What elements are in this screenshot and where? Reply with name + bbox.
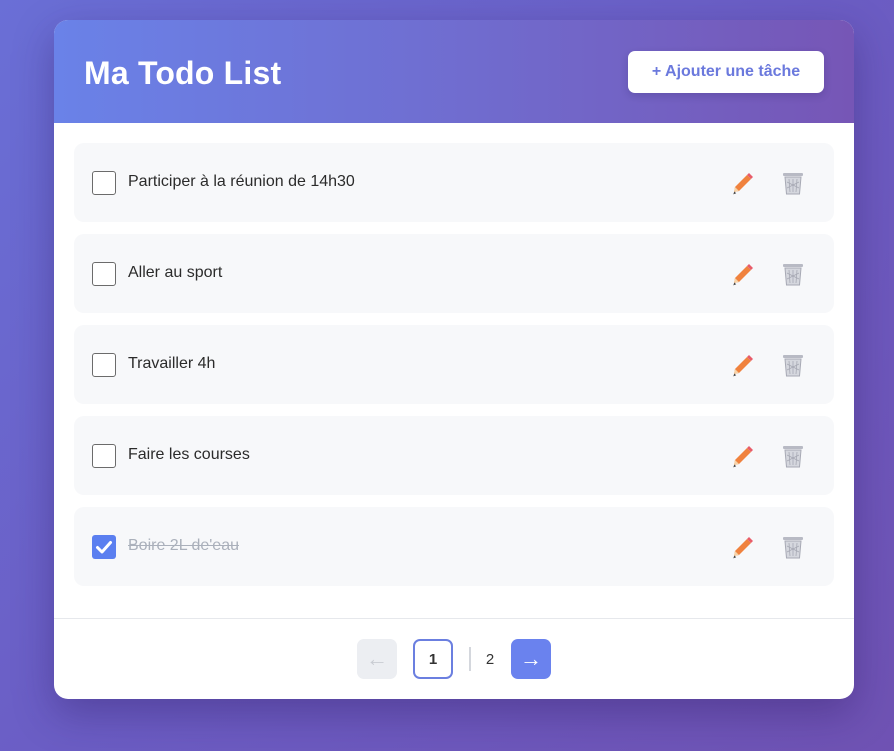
- task-item: Participer à la réunion de 14h30: [74, 143, 834, 222]
- pagination-divider: [469, 647, 471, 671]
- task-label: Travailler 4h: [128, 355, 216, 372]
- page-button-2[interactable]: 2: [480, 639, 500, 679]
- card-header: Ma Todo List + Ajouter une tâche: [54, 20, 854, 123]
- task-item: Faire les courses: [74, 416, 834, 495]
- pencil-icon[interactable]: [730, 443, 754, 469]
- task-checkbox[interactable]: [92, 171, 116, 195]
- pencil-icon[interactable]: [730, 261, 754, 287]
- task-checkbox[interactable]: [92, 535, 116, 559]
- page-button-1[interactable]: 1: [413, 639, 453, 679]
- task-checkbox[interactable]: [92, 444, 116, 468]
- pencil-icon[interactable]: [730, 534, 754, 560]
- pagination: ← 1 2 →: [54, 618, 854, 699]
- task-label: Boire 2L de'eau: [128, 537, 239, 554]
- task-item: Boire 2L de'eau: [74, 507, 834, 586]
- task-checkbox[interactable]: [92, 262, 116, 286]
- task-label: Faire les courses: [128, 446, 250, 463]
- task-label: Aller au sport: [128, 264, 223, 281]
- checkmark-icon: [96, 541, 112, 554]
- page-title: Ma Todo List: [84, 55, 282, 91]
- trash-icon[interactable]: [781, 261, 805, 287]
- trash-icon[interactable]: [781, 534, 805, 560]
- task-checkbox[interactable]: [92, 353, 116, 377]
- trash-icon[interactable]: [781, 352, 805, 378]
- next-page-button[interactable]: →: [511, 639, 551, 679]
- task-item: Aller au sport: [74, 234, 834, 313]
- trash-icon[interactable]: [781, 170, 805, 196]
- pencil-icon[interactable]: [730, 170, 754, 196]
- pencil-icon[interactable]: [730, 352, 754, 378]
- task-label: Participer à la réunion de 14h30: [128, 173, 355, 190]
- task-item: Travailler 4h: [74, 325, 834, 404]
- add-task-button[interactable]: + Ajouter une tâche: [628, 51, 824, 93]
- prev-page-button[interactable]: ←: [357, 639, 397, 679]
- todo-card: Ma Todo List + Ajouter une tâche Partici…: [54, 20, 854, 699]
- trash-icon[interactable]: [781, 443, 805, 469]
- task-list: Participer à la réunion de 14h30 Aller a…: [74, 143, 834, 598]
